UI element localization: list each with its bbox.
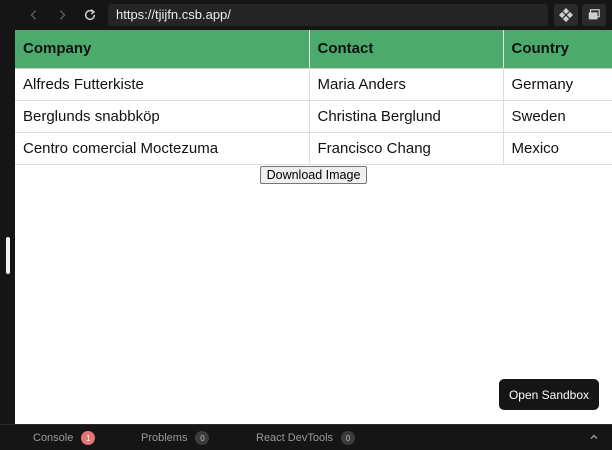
url-bar[interactable]: https://tjijfn.csb.app/ xyxy=(108,4,548,26)
table-cell: Germany xyxy=(503,68,612,101)
table-cell: Alfreds Futterkiste xyxy=(15,68,310,101)
table-row: Berglunds snabbköp Christina Berglund Sw… xyxy=(15,100,612,133)
column-header: Company xyxy=(15,30,310,69)
console-count-badge: 1 xyxy=(81,431,96,445)
resize-handle[interactable] xyxy=(6,237,10,274)
table-row: Centro comercial Moctezuma Francisco Cha… xyxy=(15,132,612,165)
table-cell: Sweden xyxy=(503,100,612,133)
forward-arrow-icon xyxy=(59,10,66,20)
data-table: Company Contact Country Alfreds Futterki… xyxy=(15,30,612,165)
tab-label: React DevTools xyxy=(256,432,334,444)
devtools-button[interactable] xyxy=(554,4,578,26)
table-cell: Christina Berglund xyxy=(309,100,504,133)
left-rail xyxy=(0,30,15,424)
download-image-button[interactable]: Download Image xyxy=(259,165,368,184)
download-wrapper: Download Image xyxy=(15,165,612,184)
url-text: https://tjijfn.csb.app/ xyxy=(116,7,231,22)
table-cell: Francisco Chang xyxy=(309,132,504,165)
table-cell: Centro comercial Moctezuma xyxy=(15,132,310,165)
tab-console[interactable]: Console 1 xyxy=(33,431,96,445)
tab-problems[interactable]: Problems 0 xyxy=(141,431,210,445)
column-header: Country xyxy=(503,30,612,69)
browser-toolbar: https://tjijfn.csb.app/ xyxy=(0,0,612,30)
table-cell: Mexico xyxy=(503,132,612,165)
table-row: Alfreds Futterkiste Maria Anders Germany xyxy=(15,68,612,101)
back-arrow-icon xyxy=(30,10,37,20)
refresh-icon xyxy=(84,9,96,21)
table-cell: Berglunds snabbköp xyxy=(15,100,310,133)
chevron-up-icon[interactable] xyxy=(588,431,600,443)
devtools-icon xyxy=(559,8,573,22)
tab-label: Console xyxy=(33,432,74,444)
forward-button[interactable] xyxy=(52,5,72,25)
bottom-panel-bar: Console 1 Problems 0 React DevTools 0 xyxy=(0,424,612,450)
preview-window-button[interactable] xyxy=(582,4,606,26)
react-devtools-count-badge: 0 xyxy=(341,431,356,445)
tab-label: Problems xyxy=(141,432,188,444)
open-sandbox-button[interactable]: Open Sandbox xyxy=(499,379,599,410)
tab-react-devtools[interactable]: React DevTools 0 xyxy=(256,431,356,445)
refresh-button[interactable] xyxy=(80,5,100,25)
back-button[interactable] xyxy=(24,5,44,25)
problems-count-badge: 0 xyxy=(195,431,210,445)
table-cell: Maria Anders xyxy=(309,68,504,101)
preview-viewport: Company Contact Country Alfreds Futterki… xyxy=(15,30,612,424)
column-header: Contact xyxy=(309,30,504,69)
preview-window-icon xyxy=(588,9,600,20)
table-header-row: Company Contact Country xyxy=(15,30,612,69)
